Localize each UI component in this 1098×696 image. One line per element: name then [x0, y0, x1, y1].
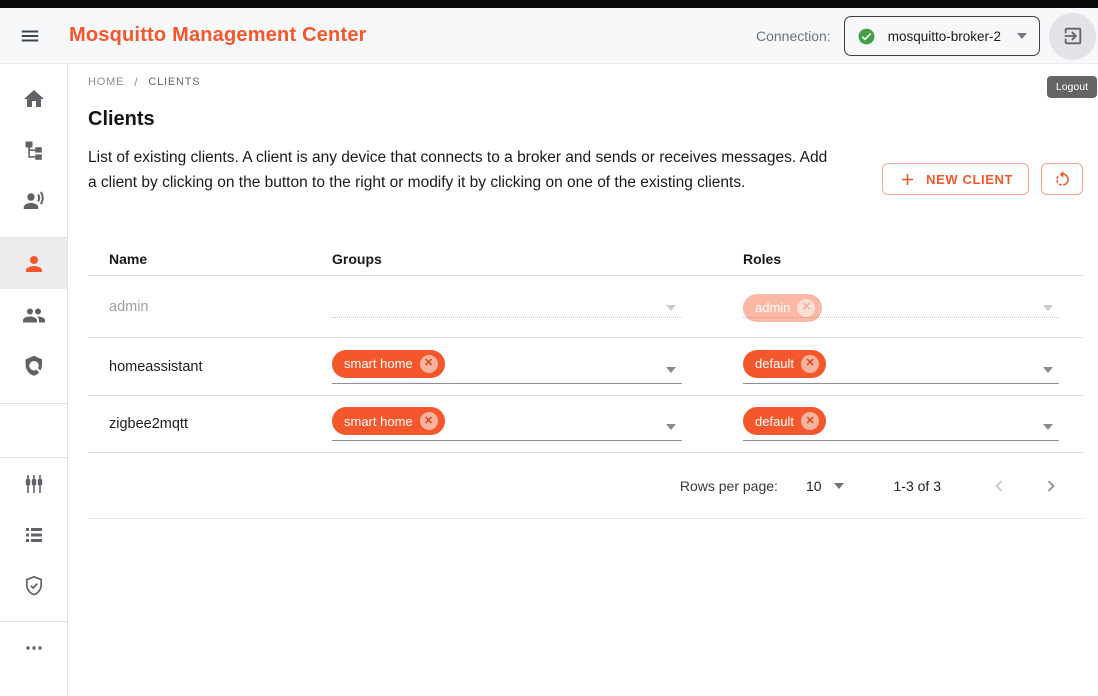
role-chip-label: default — [755, 414, 794, 429]
chevron-right-icon — [1040, 475, 1062, 497]
home-icon — [22, 87, 46, 111]
connection-select[interactable]: mosquitto-broker-2 — [844, 16, 1040, 56]
rows-per-page-select[interactable]: 10 — [806, 478, 844, 494]
chip-delete-icon[interactable] — [420, 355, 438, 373]
chevron-down-icon — [1017, 33, 1027, 39]
sidebar-item-streams[interactable] — [0, 458, 67, 509]
tune-icon — [22, 472, 46, 496]
sidebar-item-client-groups[interactable] — [0, 289, 67, 340]
groups-select[interactable] — [332, 296, 682, 318]
page-actions: NEW CLIENT — [882, 163, 1083, 195]
check-circle-icon — [857, 27, 876, 46]
column-header-roles: Roles — [743, 251, 1083, 267]
connection-value: mosquitto-broker-2 — [888, 29, 1001, 44]
plus-icon — [898, 170, 917, 189]
exit-to-app-icon — [1062, 25, 1084, 47]
chevron-down-icon — [666, 367, 676, 373]
chevron-down-icon — [1043, 367, 1053, 373]
page-title: Clients — [88, 108, 155, 131]
mosquitto-management-center: Mosquitto Management Center Connection: … — [0, 0, 1098, 696]
window-top-strip — [0, 0, 1098, 8]
client-name: homeassistant — [88, 359, 332, 375]
chevron-left-icon — [988, 475, 1010, 497]
chip-delete-icon[interactable] — [420, 412, 438, 430]
chevron-down-icon — [666, 424, 676, 430]
breadcrumb-home[interactable]: HOME — [88, 76, 124, 88]
group-chip-label: smart home — [344, 414, 413, 429]
record-voice-icon — [22, 189, 46, 213]
clients-table: Name Groups Roles admin admin — [88, 242, 1083, 519]
rows-per-page-value: 10 — [806, 478, 822, 494]
column-header-name: Name — [88, 251, 332, 267]
role-chip-label: admin — [755, 300, 790, 315]
group-chip[interactable]: smart home — [332, 350, 445, 378]
rotate-left-icon — [1053, 170, 1072, 189]
new-client-label: NEW CLIENT — [926, 172, 1013, 187]
role-chip[interactable]: default — [743, 407, 826, 435]
table-row[interactable]: zigbee2mqtt smart home default — [88, 396, 1083, 453]
breadcrumb-separator: / — [134, 75, 138, 89]
role-chip[interactable]: default — [743, 350, 826, 378]
new-client-button[interactable]: NEW CLIENT — [882, 163, 1029, 195]
breadcrumb: HOME / CLIENTS — [88, 75, 200, 89]
header-right: Connection: mosquitto-broker-2 — [756, 8, 1096, 64]
next-page-button[interactable] — [1039, 474, 1063, 498]
pagination-range: 1-3 of 3 — [894, 478, 941, 494]
chevron-down-icon — [1043, 305, 1053, 311]
page-description: List of existing clients. A client is an… — [88, 145, 833, 195]
topology-icon — [22, 138, 46, 162]
groups-select[interactable]: smart home — [332, 350, 682, 384]
table-row[interactable]: admin admin — [88, 276, 1083, 338]
more-horizontal-icon — [22, 636, 46, 660]
chevron-down-icon — [666, 305, 676, 311]
roles-select[interactable]: default — [743, 350, 1059, 384]
main-content: HOME / CLIENTS Clients List of existing … — [68, 64, 1098, 696]
group-chip-label: smart home — [344, 356, 413, 371]
role-chip[interactable]: admin — [743, 294, 822, 322]
verified-shield-icon — [22, 574, 46, 598]
sidebar-item-home[interactable] — [0, 73, 67, 124]
table-row[interactable]: homeassistant smart home default — [88, 338, 1083, 396]
group-chip[interactable]: smart home — [332, 407, 445, 435]
chevron-down-icon — [1043, 424, 1053, 430]
policy-icon — [22, 354, 46, 378]
table-header: Name Groups Roles — [88, 242, 1083, 276]
app-title: Mosquitto Management Center — [69, 24, 367, 47]
previous-page-button[interactable] — [987, 474, 1011, 498]
list-icon — [22, 523, 46, 547]
person-icon — [22, 252, 46, 276]
people-icon — [22, 303, 46, 327]
logout-button[interactable] — [1049, 13, 1096, 60]
logout-tooltip: Logout — [1047, 76, 1097, 98]
sidebar-item-system-status[interactable] — [0, 509, 67, 560]
sidebar-item-more[interactable] — [0, 622, 67, 673]
chip-delete-icon[interactable] — [801, 355, 819, 373]
table-pagination: Rows per page: 10 1-3 of 3 — [88, 453, 1083, 519]
chip-delete-icon[interactable] — [801, 412, 819, 430]
sidebar-item-client-connections[interactable] — [0, 175, 67, 226]
rows-per-page-label: Rows per page: — [680, 478, 778, 494]
column-header-groups: Groups — [332, 251, 743, 267]
app-bar: Mosquitto Management Center Connection: … — [0, 8, 1098, 64]
roles-select[interactable]: admin — [743, 296, 1059, 318]
sidebar-item-clients[interactable] — [0, 238, 67, 289]
connection-label: Connection: — [756, 28, 831, 44]
groups-select[interactable]: smart home — [332, 407, 682, 441]
breadcrumb-current: CLIENTS — [148, 76, 200, 88]
roles-select[interactable]: default — [743, 407, 1059, 441]
sidebar — [0, 64, 68, 696]
chevron-down-icon — [834, 483, 844, 489]
client-name: admin — [88, 299, 332, 315]
chip-delete-icon[interactable] — [797, 299, 815, 317]
client-name: zigbee2mqtt — [88, 416, 332, 432]
role-chip-label: default — [755, 356, 794, 371]
menu-button[interactable] — [17, 23, 43, 49]
sidebar-item-security[interactable] — [0, 560, 67, 611]
hamburger-icon — [19, 25, 41, 47]
sidebar-item-roles[interactable] — [0, 340, 67, 391]
sidebar-item-topology[interactable] — [0, 124, 67, 175]
refresh-button[interactable] — [1041, 163, 1083, 195]
sidebar-spacer — [0, 404, 67, 457]
